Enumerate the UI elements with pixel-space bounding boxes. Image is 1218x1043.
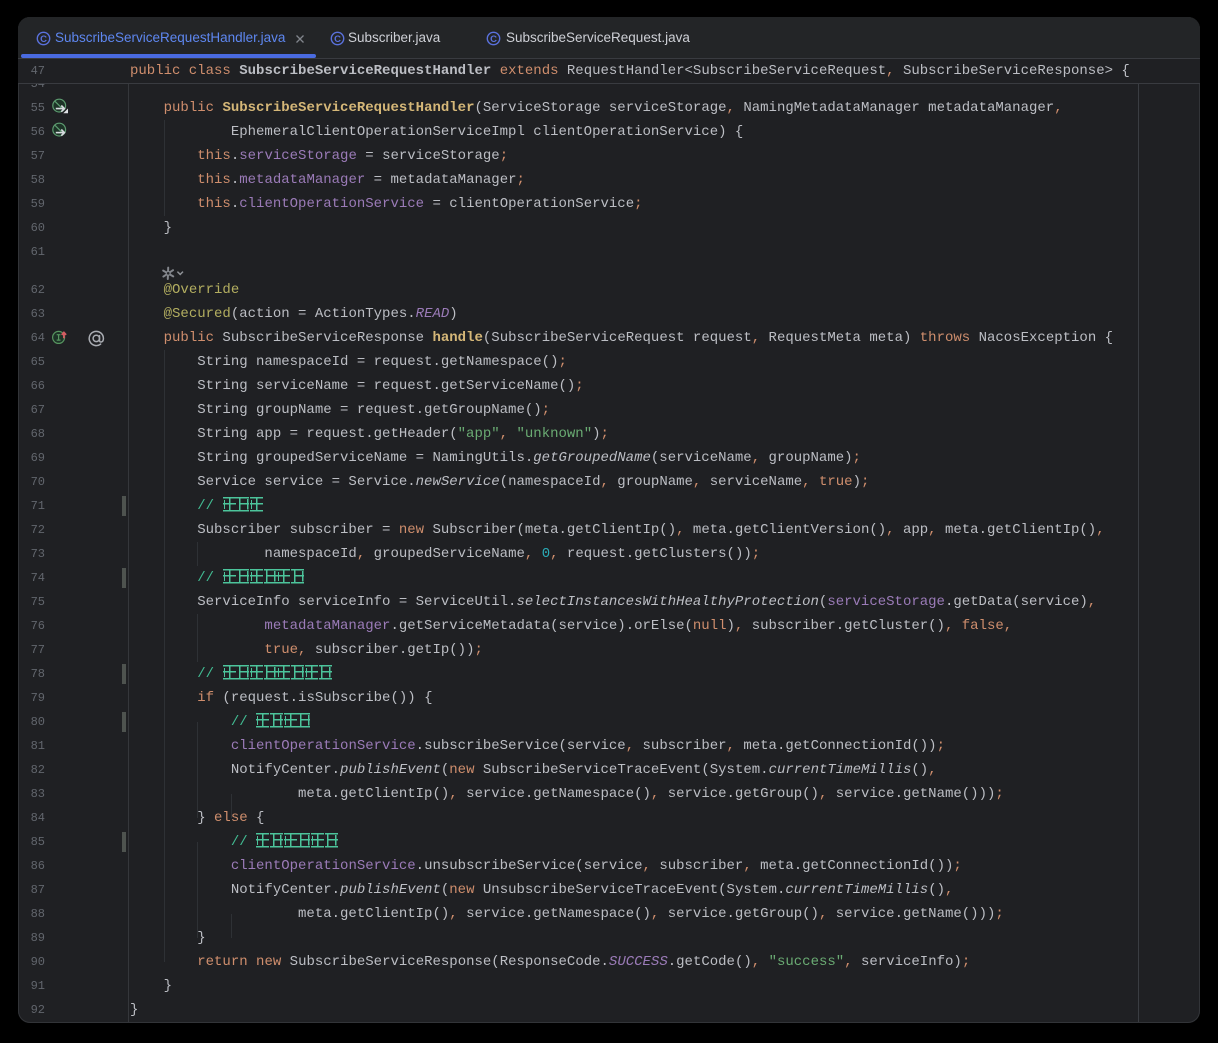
svg-text:C: C	[490, 34, 497, 45]
svg-text:C: C	[334, 34, 341, 45]
svg-text:C: C	[40, 34, 47, 45]
